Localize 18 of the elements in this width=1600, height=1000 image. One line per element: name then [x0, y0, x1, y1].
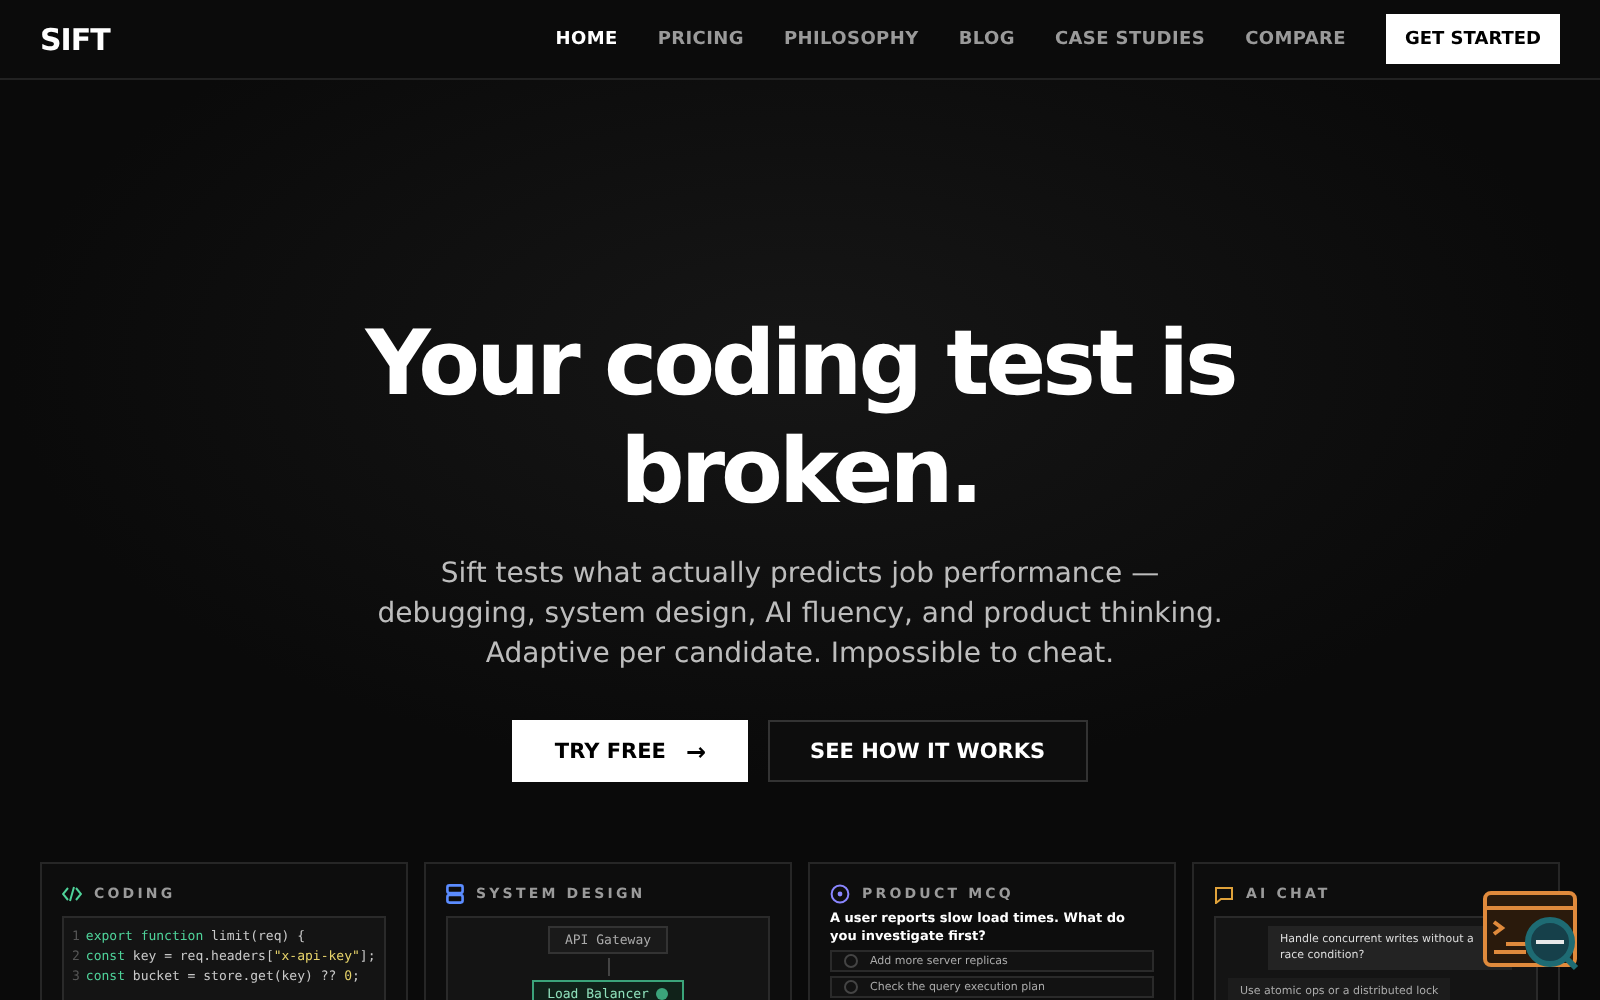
terminal-search-icon[interactable] [1482, 890, 1582, 976]
nav-link[interactable]: HOME [555, 29, 618, 49]
hero-subtitle: Sift tests what actually predicts job performance — debugging, system design, AI fluency, and product thinking. Adaptive per candidate. Impossible to cheat. [375, 556, 1225, 674]
nav-link[interactable]: CASE STUDIES [1054, 29, 1206, 49]
code-icon [62, 886, 82, 902]
server-stack-icon [446, 884, 464, 904]
nav-link[interactable]: BLOG [958, 29, 1015, 49]
how-it-works-button[interactable]: SEE HOW IT WORKS [768, 720, 1088, 782]
nav-link[interactable]: PRICING [657, 29, 744, 49]
connector-line [607, 958, 609, 976]
nav-link[interactable]: COMPARE [1245, 29, 1346, 49]
get-started-button[interactable]: GET STARTED [1386, 14, 1560, 64]
target-icon [830, 884, 850, 904]
chat-bubble-icon [1214, 885, 1234, 903]
try-free-button[interactable]: TRY FREE → [512, 720, 749, 782]
logo[interactable]: SIFT [40, 21, 110, 57]
nav-link[interactable]: PHILOSOPHY [783, 29, 919, 49]
hero-headline: Your coding test is broken. [363, 310, 1237, 526]
